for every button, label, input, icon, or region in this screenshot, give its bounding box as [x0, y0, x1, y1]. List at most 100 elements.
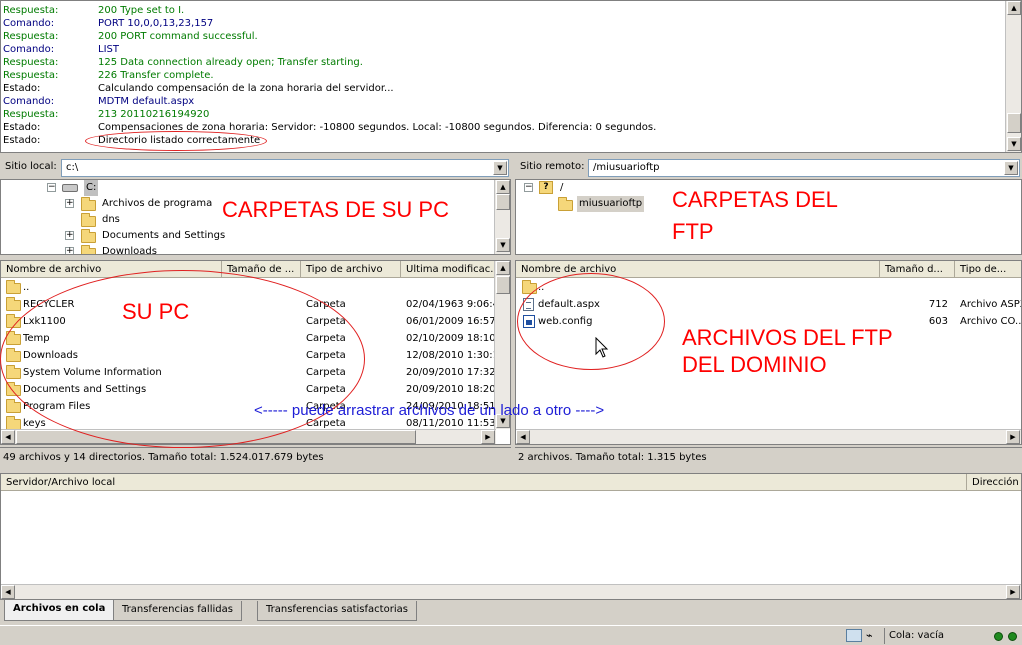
file-name: Downloads — [23, 350, 78, 361]
log-entry-message: PORT 10,0,0,13,23,157 — [98, 18, 214, 29]
log-entry-message: 213 20110216194920 — [98, 109, 210, 120]
tab-queued-files[interactable]: Archivos en cola — [4, 600, 115, 621]
log-entry-type: Respuesta: — [3, 109, 59, 120]
annotation-remote-folders-1: CARPETAS DEL — [672, 187, 838, 212]
chevron-down-icon[interactable]: ▼ — [493, 161, 507, 175]
column-direction[interactable]: Dirección — [967, 474, 1021, 491]
tree-item-label: / — [560, 182, 564, 193]
file-modified: 20/09/2010 17:32 — [406, 367, 496, 378]
tree-item-label: Archivos de programa — [102, 198, 213, 209]
annotation-remote-files-2: DEL DOMINIO — [682, 352, 827, 377]
local-tree-scrollbar[interactable]: ▲ ▼ — [494, 180, 510, 254]
queue-header: Servidor/Archivo local Dirección — [1, 474, 1021, 491]
remote-list-header: Nombre de archivo Tamaño d... Tipo de... — [516, 261, 1021, 278]
file-type: Carpeta — [306, 384, 346, 395]
scroll-thumb[interactable] — [496, 276, 510, 294]
file-row[interactable]: System Volume Information Carpeta 20/09/20… — [1, 364, 510, 381]
column-type[interactable]: Tipo de archivo — [301, 261, 401, 278]
collapse-icon[interactable]: − — [47, 183, 56, 192]
collapse-icon[interactable]: − — [524, 183, 533, 192]
scroll-right-icon[interactable]: ▶ — [1006, 585, 1020, 599]
scroll-down-icon[interactable]: ▼ — [1007, 137, 1021, 151]
scroll-right-icon[interactable]: ▶ — [481, 430, 495, 444]
tree-item-label: miusuarioftp — [577, 196, 645, 212]
file-row[interactable]: default.aspx 712 Archivo ASPX — [516, 296, 1021, 313]
expand-icon[interactable]: + — [65, 199, 74, 208]
log-entry-type: Respuesta: — [3, 57, 59, 68]
drive-icon — [62, 184, 78, 192]
file-name: System Volume Information — [23, 367, 162, 378]
folder-icon — [6, 365, 21, 379]
queue-hscrollbar[interactable]: ◀ ▶ — [1, 584, 1021, 599]
remote-status: 2 archivos. Tamaño total: 1.315 bytes — [515, 447, 1022, 466]
annotation-remote-folders-2: FTP — [672, 219, 714, 244]
scroll-left-icon[interactable]: ◀ — [516, 430, 530, 444]
folder-icon — [6, 280, 21, 294]
unknown-folder-icon: ? — [539, 181, 553, 194]
column-size[interactable]: Tamaño d... — [880, 261, 955, 278]
file-type: Archivo CO... — [960, 316, 1022, 327]
scroll-thumb[interactable] — [16, 430, 416, 444]
scroll-thumb[interactable] — [496, 194, 510, 210]
file-modified: 12/08/2010 1:30:1 — [406, 350, 496, 361]
folder-icon — [6, 331, 21, 345]
column-modified[interactable]: Ultima modificac... — [401, 261, 496, 278]
tree-item-label: Downloads — [102, 246, 157, 255]
file-size: 712 — [928, 299, 948, 310]
local-list-header: Nombre de archivo Tamaño de ... Tipo de … — [1, 261, 510, 278]
scroll-up-icon[interactable]: ▲ — [496, 180, 510, 194]
local-site-input[interactable]: c:\ ▼ — [61, 159, 509, 177]
local-site-bar: Sitio local: c:\ ▼ — [0, 157, 511, 179]
remote-site-input[interactable]: /miusuarioftp ▼ — [588, 159, 1020, 177]
scroll-down-icon[interactable]: ▼ — [496, 238, 510, 252]
column-name[interactable]: Nombre de archivo — [1, 261, 222, 278]
log-scrollbar[interactable]: ▲ ▼ — [1005, 1, 1021, 152]
tab-successful-transfers[interactable]: Transferencias satisfactorias — [257, 601, 417, 621]
file-type: Carpeta — [306, 316, 346, 327]
file-row[interactable]: Temp Carpeta 02/10/2009 18:10 — [1, 330, 510, 347]
file-row[interactable]: RECYCLER Carpeta 02/04/1963 9:06:4 — [1, 296, 510, 313]
aspx-file-icon — [523, 298, 534, 311]
tab-failed-transfers[interactable]: Transferencias fallidas — [113, 601, 242, 621]
file-modified: 20/09/2010 18:20 — [406, 384, 496, 395]
file-row[interactable]: Lxk1100 Carpeta 06/01/2009 16:57 — [1, 313, 510, 330]
file-type: Carpeta — [306, 333, 346, 344]
log-entry-message: Directorio listado correctamente — [98, 135, 261, 146]
column-type[interactable]: Tipo de... — [955, 261, 1021, 278]
file-type: Archivo ASPX — [960, 299, 1022, 310]
scroll-left-icon[interactable]: ◀ — [1, 430, 15, 444]
local-list-hscrollbar[interactable]: ◀ ▶ — [1, 429, 496, 444]
transfer-icon — [846, 629, 862, 642]
column-size[interactable]: Tamaño de ... — [222, 261, 301, 278]
log-entry-type: Comando: — [3, 18, 55, 29]
scroll-up-icon[interactable]: ▲ — [1007, 1, 1021, 15]
file-type: Carpeta — [306, 350, 346, 361]
expand-icon[interactable]: + — [65, 231, 74, 240]
remote-list-hscrollbar[interactable]: ◀ ▶ — [516, 429, 1021, 444]
log-entry-message: Compensaciones de zona horaria: Servidor… — [98, 122, 657, 133]
remote-site-path: /miusuarioftp — [593, 162, 660, 173]
folder-icon — [522, 280, 537, 294]
file-row[interactable]: .. — [1, 279, 510, 296]
transfer-queue[interactable]: Servidor/Archivo local Dirección ◀ ▶ — [0, 473, 1022, 600]
scroll-left-icon[interactable]: ◀ — [1, 585, 15, 599]
folder-icon — [81, 213, 96, 227]
file-row[interactable]: .. — [516, 279, 1021, 296]
file-row[interactable]: Documents and Settings Carpeta 20/09/2010 … — [1, 381, 510, 398]
tree-item-label: Documents and Settings — [102, 230, 226, 241]
scroll-right-icon[interactable]: ▶ — [1006, 430, 1020, 444]
column-server-file[interactable]: Servidor/Archivo local — [1, 474, 967, 491]
column-name[interactable]: Nombre de archivo — [516, 261, 880, 278]
scroll-up-icon[interactable]: ▲ — [496, 261, 510, 275]
log-scroll-thumb[interactable] — [1007, 113, 1021, 133]
file-modified: 02/10/2009 18:10 — [406, 333, 496, 344]
message-log[interactable]: Respuesta: 200 Type set to I. Comando: PORT… — [0, 0, 1022, 153]
log-entry-message: 200 Type set to I. — [98, 5, 185, 16]
expand-icon[interactable]: + — [65, 247, 74, 254]
file-type: Carpeta — [306, 367, 346, 378]
speed-limit-icon[interactable]: ⌁ — [866, 629, 873, 642]
chevron-down-icon[interactable]: ▼ — [1004, 161, 1018, 175]
annotation-remote-files-1: ARCHIVOS DEL FTP — [682, 325, 893, 350]
file-size: 603 — [928, 316, 948, 327]
file-row[interactable]: Downloads Carpeta 12/08/2010 1:30:1 — [1, 347, 510, 364]
